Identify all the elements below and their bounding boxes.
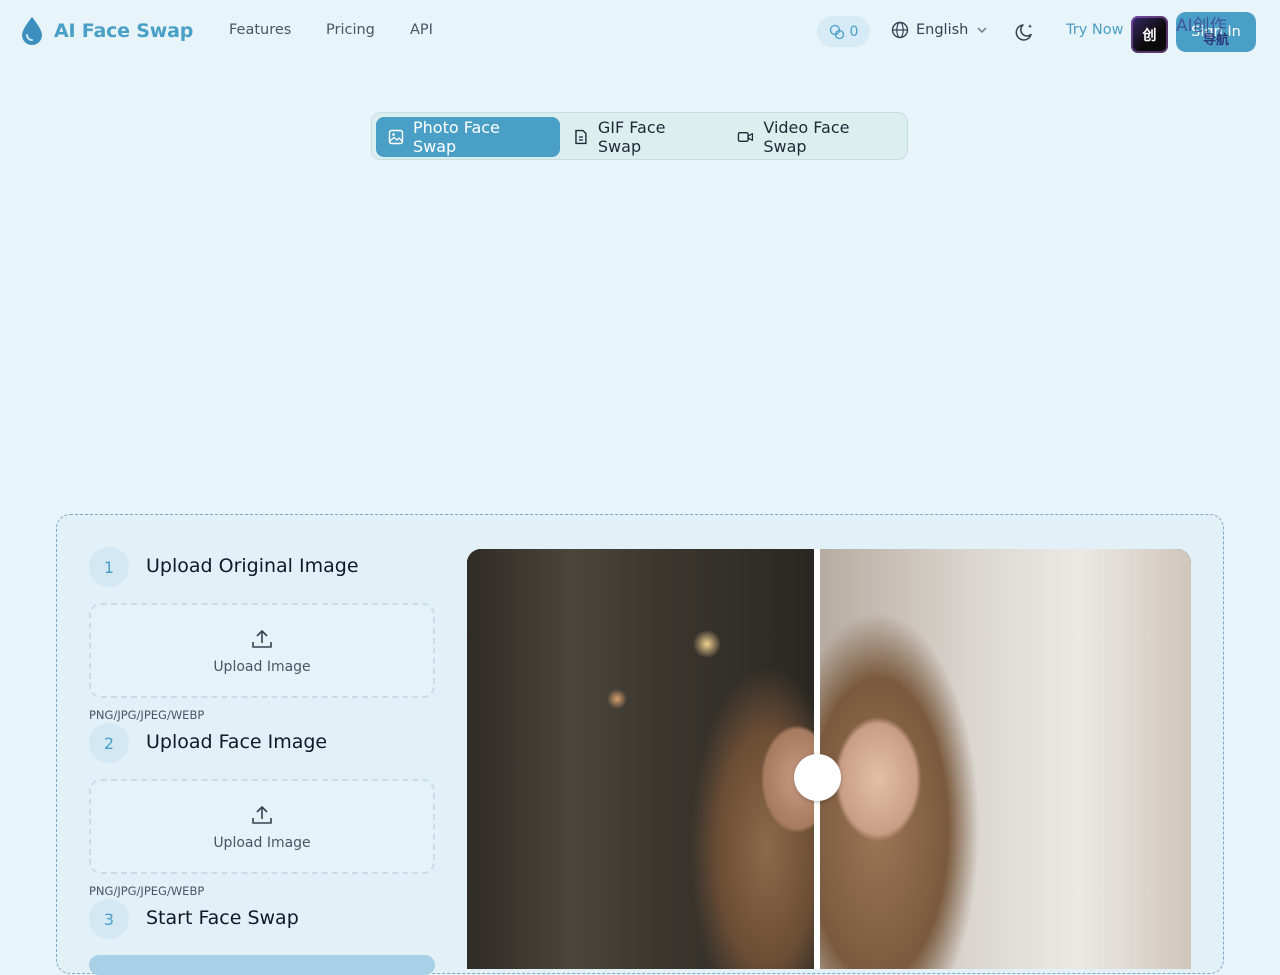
- step-1-title: Upload Original Image: [146, 555, 359, 577]
- ai-nav-badge-sub: 导航: [1203, 33, 1230, 48]
- comparison-slider-handle[interactable]: [794, 754, 841, 801]
- upload-original-dropzone[interactable]: Upload Image: [89, 603, 435, 698]
- theme-toggle[interactable]: [1014, 21, 1036, 47]
- upload-label: Upload Image: [213, 834, 311, 851]
- upload-label: Upload Image: [213, 658, 311, 675]
- upload-face-dropzone[interactable]: Upload Image: [89, 779, 435, 874]
- globe-icon: [891, 21, 909, 39]
- file-gif-icon: [575, 129, 587, 145]
- upload-icon: [252, 805, 272, 824]
- formats-hint: PNG/JPG/JPEG/WEBP: [89, 884, 205, 898]
- nav-features[interactable]: Features: [229, 22, 291, 38]
- formats-hint: PNG/JPG/JPEG/WEBP: [89, 708, 205, 722]
- tab-label: GIF Face Swap: [597, 118, 666, 156]
- nav-pricing[interactable]: Pricing: [326, 22, 375, 38]
- tab-gif-face-swap[interactable]: GIF Face Swap: [561, 117, 725, 157]
- logo-text: AI Face Swap: [54, 20, 194, 42]
- step-3-title: Start Face Swap: [146, 907, 299, 929]
- tab-photo-face-swap[interactable]: Photo Face Swap: [376, 117, 560, 157]
- ai-nav-badge-icon[interactable]: 创: [1131, 16, 1168, 53]
- nav-api[interactable]: API: [410, 22, 433, 38]
- swapped-image: [818, 549, 1191, 969]
- before-after-comparison[interactable]: [467, 549, 1191, 969]
- step-3-number: 3: [89, 899, 129, 939]
- step-1-number: 1: [89, 547, 129, 587]
- video-icon: [737, 131, 754, 143]
- chevron-down-icon: [977, 27, 987, 33]
- try-now-link[interactable]: Try Now: [1066, 22, 1123, 38]
- language-selector[interactable]: English: [891, 21, 989, 39]
- original-image: [467, 549, 818, 969]
- mode-tabs: Photo Face Swap GIF Face Swap Video Face…: [371, 112, 908, 160]
- step-2-title: Upload Face Image: [146, 731, 328, 753]
- image-icon: [388, 129, 404, 145]
- language-label: English: [916, 22, 969, 38]
- tab-label: Video Face Swap: [763, 118, 850, 156]
- credits-count: 0: [849, 23, 859, 40]
- upload-icon: [252, 629, 272, 648]
- logo[interactable]: AI Face Swap: [20, 16, 193, 46]
- credits-badge[interactable]: 0: [817, 16, 870, 47]
- coins-icon: [829, 24, 844, 39]
- moon-icon: [1015, 24, 1033, 41]
- tab-video-face-swap[interactable]: Video Face Swap: [725, 117, 905, 157]
- tab-label: Photo Face Swap: [412, 118, 500, 156]
- water-drop-icon: [22, 17, 42, 45]
- step-2-number: 2: [89, 723, 129, 763]
- start-face-swap-button[interactable]: [89, 955, 435, 975]
